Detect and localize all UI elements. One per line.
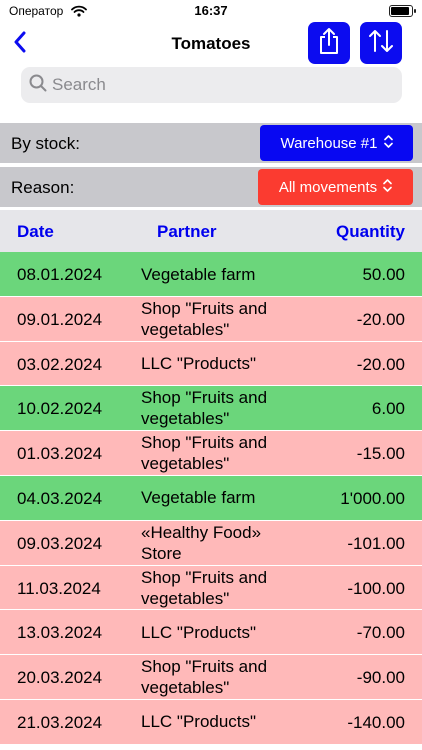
column-header-partner[interactable]: Partner <box>157 222 217 242</box>
row-partner: Shop "Fruits and vegetables" <box>141 433 268 474</box>
row-partner: Vegetable farm <box>141 264 256 284</box>
table-row[interactable]: 13.03.2024 LLC "Products" -70.00 <box>0 610 422 656</box>
row-partner: Shop "Fruits and vegetables" <box>141 657 268 698</box>
row-date: 08.01.2024 <box>17 265 103 284</box>
table-row[interactable]: 03.02.2024 LLC "Products" -20.00 <box>0 341 422 387</box>
reason-select-value: All movements <box>278 178 378 196</box>
row-quantity: 1'000.00 <box>340 488 405 508</box>
table-row[interactable]: 01.03.2024 Shop "Fruits and vegetables" -1… <box>0 431 422 476</box>
reason-filter-label: Reason: <box>11 178 75 197</box>
sort-button[interactable] <box>360 22 402 64</box>
search-icon <box>29 74 47 97</box>
row-date: 13.03.2024 <box>17 623 103 643</box>
row-quantity: -20.00 <box>356 354 405 374</box>
table-row[interactable]: 21.03.2024 LLC "Products" -140.00 <box>0 699 422 745</box>
row-date: 09.03.2024 <box>17 533 103 553</box>
row-quantity: -70.00 <box>356 623 405 643</box>
row-date: 04.03.2024 <box>17 488 103 508</box>
table-row[interactable]: 09.03.2024 «Healthy Food» Store -101.00 <box>0 520 422 566</box>
reason-select-button[interactable]: All movements <box>258 169 413 205</box>
row-quantity: -90.00 <box>356 668 405 688</box>
row-quantity: -140.00 <box>347 712 405 732</box>
row-partner: Shop "Fruits and vegetables" <box>141 567 268 608</box>
row-date: 03.02.2024 <box>17 354 103 374</box>
movements-list: 08.01.2024 Vegetable farm 50.00 09.01.2024 S… <box>0 252 422 745</box>
row-quantity: 50.00 <box>362 265 405 284</box>
table-row[interactable]: 11.03.2024 Shop "Fruits and vegetables" -1… <box>0 565 422 611</box>
search-input[interactable] <box>52 75 382 95</box>
row-date: 10.02.2024 <box>17 399 103 419</box>
row-quantity: -20.00 <box>356 309 405 329</box>
share-icon <box>317 27 341 60</box>
row-quantity: -15.00 <box>356 444 405 464</box>
stock-select-button[interactable]: Warehouse #1 <box>260 125 413 161</box>
table-row[interactable]: 08.01.2024 Vegetable farm 50.00 <box>0 252 422 297</box>
page-title: Tomatoes <box>171 34 251 53</box>
row-date: 01.03.2024 <box>17 444 103 464</box>
battery-level <box>391 7 410 15</box>
status-bar: Оператор 16:37 <box>0 0 422 22</box>
table-row[interactable]: 09.01.2024 Shop "Fruits and vegetables" -2… <box>0 296 422 342</box>
row-quantity: -101.00 <box>347 533 405 553</box>
search-bar[interactable] <box>21 67 402 103</box>
table-row[interactable]: 20.03.2024 Shop "Fruits and vegetables" -9… <box>0 655 422 700</box>
stock-filter-label: By stock: <box>11 134 80 153</box>
navigation-bar: Tomatoes <box>0 22 422 66</box>
row-quantity: -100.00 <box>347 578 405 598</box>
table-header: Date Partner Quantity <box>0 210 422 252</box>
row-partner: Shop "Fruits and vegetables" <box>141 298 268 339</box>
row-partner: Shop "Fruits and vegetables" <box>141 388 268 429</box>
stock-filter-row: By stock: Warehouse #1 <box>0 123 422 163</box>
row-quantity: 6.00 <box>371 399 405 419</box>
sort-arrows-icon <box>367 28 395 59</box>
chevron-up-down-icon <box>383 178 392 196</box>
status-clock: 16:37 <box>194 3 228 18</box>
row-date: 11.03.2024 <box>17 578 101 598</box>
stock-select-value: Warehouse #1 <box>280 134 378 152</box>
column-header-quantity[interactable]: Quantity <box>336 222 405 242</box>
table-row[interactable]: 04.03.2024 Vegetable farm 1'000.00 <box>0 475 422 521</box>
row-partner: Vegetable farm <box>141 488 256 508</box>
row-partner: LLC "Products" <box>141 712 257 732</box>
row-date: 21.03.2024 <box>17 712 103 732</box>
column-header-date[interactable]: Date <box>17 222 54 242</box>
table-row[interactable]: 10.02.2024 Shop "Fruits and vegetables" 6.… <box>0 386 422 432</box>
row-partner: LLC "Products" <box>141 354 257 374</box>
battery-icon <box>389 5 416 17</box>
row-date: 09.01.2024 <box>17 309 103 329</box>
share-button[interactable] <box>308 22 350 64</box>
row-partner: LLC "Products" <box>141 622 257 642</box>
reason-filter-row: Reason: All movements <box>0 167 422 207</box>
row-date: 20.03.2024 <box>17 668 103 688</box>
row-partner: «Healthy Food» Store <box>141 522 262 563</box>
chevron-up-down-icon <box>383 134 393 152</box>
